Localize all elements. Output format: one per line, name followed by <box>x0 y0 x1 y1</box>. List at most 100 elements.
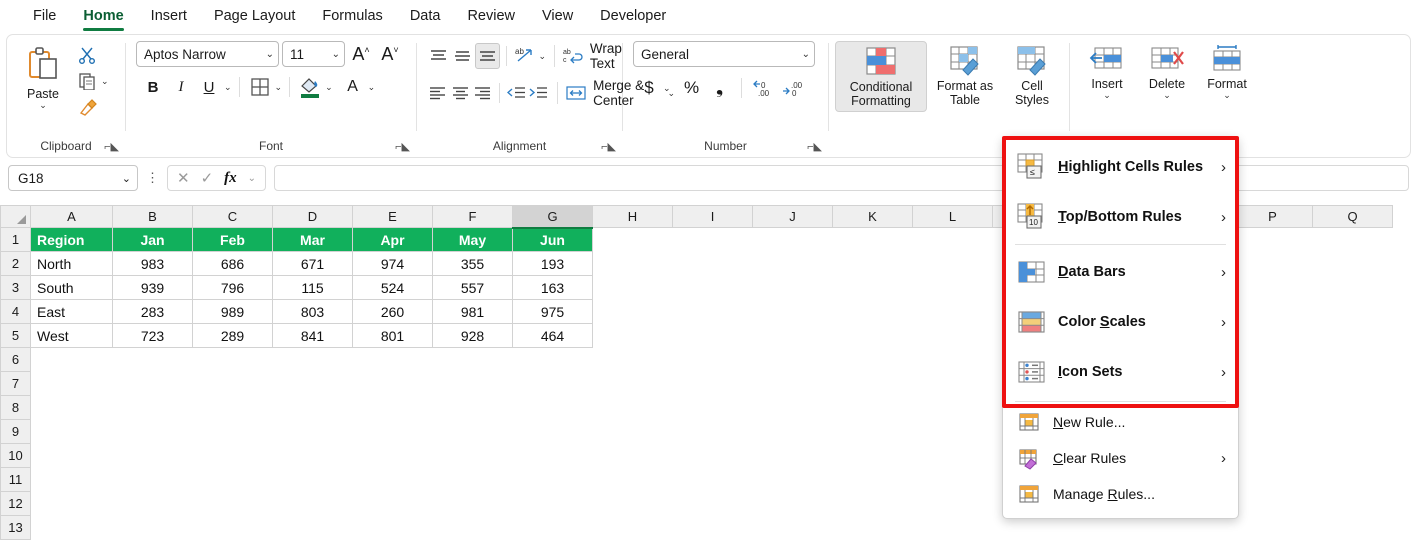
cell-E12[interactable] <box>352 491 433 516</box>
cell-P8[interactable] <box>1232 395 1313 420</box>
column-header-l[interactable]: L <box>912 205 993 228</box>
cell-D6[interactable] <box>272 347 353 372</box>
column-header-g[interactable]: G <box>512 205 593 229</box>
font-color-button[interactable]: A <box>340 74 366 100</box>
cell-L12[interactable] <box>912 491 993 516</box>
cell-D9[interactable] <box>272 419 353 444</box>
bold-button[interactable]: B <box>140 74 166 100</box>
cell-E6[interactable] <box>352 347 433 372</box>
cell-E7[interactable] <box>352 371 433 396</box>
cell-J1[interactable] <box>752 227 833 252</box>
cell-K6[interactable] <box>832 347 913 372</box>
cell-D4[interactable]: 803 <box>272 299 353 324</box>
cell-G7[interactable] <box>512 371 593 396</box>
cell-K10[interactable] <box>832 443 913 468</box>
select-all-corner[interactable] <box>0 205 31 228</box>
fill-color-chevron-down-icon[interactable]: ⌄ <box>325 82 333 92</box>
cell-H11[interactable] <box>592 467 673 492</box>
cell-F13[interactable] <box>432 515 513 540</box>
cell-L9[interactable] <box>912 419 993 444</box>
currency-button[interactable]: $ <box>637 75 661 101</box>
cell-L13[interactable] <box>912 515 993 540</box>
cell-Q12[interactable] <box>1312 491 1393 516</box>
cell-L4[interactable] <box>912 299 993 324</box>
cell-I1[interactable] <box>672 227 753 252</box>
cell-K12[interactable] <box>832 491 913 516</box>
cell-F8[interactable] <box>432 395 513 420</box>
cell-P1[interactable] <box>1232 227 1313 252</box>
cell-styles-button[interactable]: Cell Styles <box>1003 41 1061 110</box>
cell-H4[interactable] <box>592 299 673 324</box>
row-header-5[interactable]: 5 <box>0 323 31 348</box>
font-color-chevron-down-icon[interactable]: ⌄ <box>368 82 376 92</box>
chevron-down-icon[interactable]: ⌄ <box>1223 91 1231 100</box>
cell-C8[interactable] <box>192 395 273 420</box>
font-size-input[interactable]: 11 ⌄ <box>282 41 345 67</box>
cell-P13[interactable] <box>1232 515 1313 540</box>
chevron-down-icon[interactable]: ⌄ <box>266 49 274 60</box>
insert-cells-button[interactable]: Insert ⌄ <box>1080 41 1134 103</box>
cell-Q8[interactable] <box>1312 395 1393 420</box>
cell-K8[interactable] <box>832 395 913 420</box>
cell-E10[interactable] <box>352 443 433 468</box>
cell-H12[interactable] <box>592 491 673 516</box>
decrease-indent-button[interactable] <box>506 80 527 106</box>
cell-E2[interactable]: 974 <box>352 251 433 276</box>
cell-B6[interactable] <box>112 347 193 372</box>
cell-G10[interactable] <box>512 443 593 468</box>
align-left-button[interactable] <box>427 80 448 106</box>
column-header-j[interactable]: J <box>752 205 833 228</box>
cell-F9[interactable] <box>432 419 513 444</box>
cell-C10[interactable] <box>192 443 273 468</box>
cell-H10[interactable] <box>592 443 673 468</box>
cell-B9[interactable] <box>112 419 193 444</box>
cell-F6[interactable] <box>432 347 513 372</box>
chevron-down-icon[interactable]: ⌄ <box>39 101 47 110</box>
cell-Q7[interactable] <box>1312 371 1393 396</box>
cell-C5[interactable]: 289 <box>192 323 273 348</box>
copy-button[interactable] <box>73 69 101 93</box>
check-icon[interactable]: ✓ <box>201 169 214 187</box>
chevron-down-icon[interactable]: ⌄ <box>122 172 131 185</box>
paste-button[interactable]: Paste ⌄ <box>15 41 71 113</box>
cell-J7[interactable] <box>752 371 833 396</box>
cell-A12[interactable] <box>30 491 113 516</box>
align-bottom-button[interactable] <box>475 43 500 69</box>
cell-F4[interactable]: 981 <box>432 299 513 324</box>
cell-J5[interactable] <box>752 323 833 348</box>
cell-A13[interactable] <box>30 515 113 540</box>
column-header-c[interactable]: C <box>192 205 273 228</box>
cell-G9[interactable] <box>512 419 593 444</box>
underline-chevron-down-icon[interactable]: ⌄ <box>224 82 232 92</box>
cell-Q5[interactable] <box>1312 323 1393 348</box>
tab-developer[interactable]: Developer <box>589 4 677 31</box>
cell-B3[interactable]: 939 <box>112 275 193 300</box>
cell-L10[interactable] <box>912 443 993 468</box>
column-header-h[interactable]: H <box>592 205 673 228</box>
cell-K4[interactable] <box>832 299 913 324</box>
cell-I12[interactable] <box>672 491 753 516</box>
cell-E5[interactable]: 801 <box>352 323 433 348</box>
row-header-4[interactable]: 4 <box>0 299 31 324</box>
italic-button[interactable]: I <box>168 74 194 100</box>
cell-I5[interactable] <box>672 323 753 348</box>
cell-E13[interactable] <box>352 515 433 540</box>
cell-E11[interactable] <box>352 467 433 492</box>
cell-M13[interactable] <box>992 515 1073 540</box>
cell-J8[interactable] <box>752 395 833 420</box>
cell-G1[interactable]: Jun <box>512 227 593 252</box>
row-header-6[interactable]: 6 <box>0 347 31 372</box>
cell-L7[interactable] <box>912 371 993 396</box>
cell-A11[interactable] <box>30 467 113 492</box>
cell-K7[interactable] <box>832 371 913 396</box>
cell-G8[interactable] <box>512 395 593 420</box>
column-header-p[interactable]: P <box>1232 205 1313 228</box>
cell-B12[interactable] <box>112 491 193 516</box>
cell-D12[interactable] <box>272 491 353 516</box>
menu-item-highlight-cells-rules[interactable]: ≤ Highlight Cells Rules › <box>1003 142 1238 192</box>
cell-C1[interactable]: Feb <box>192 227 273 252</box>
chevron-down-icon[interactable]: ⌄ <box>1163 91 1171 100</box>
chevron-down-icon[interactable]: ⌄ <box>332 49 340 60</box>
cell-Q3[interactable] <box>1312 275 1393 300</box>
cell-P7[interactable] <box>1232 371 1313 396</box>
